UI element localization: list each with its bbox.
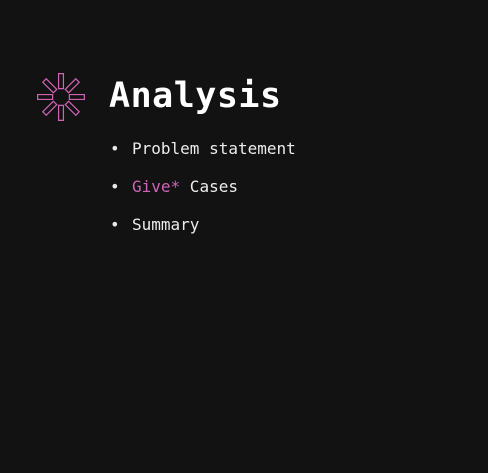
bullet-text: Cases bbox=[180, 176, 238, 196]
bullet-highlight-text: Give* bbox=[132, 176, 181, 196]
bullet-marker: • bbox=[110, 138, 120, 158]
bullet-text: Problem statement bbox=[132, 138, 296, 158]
slide-title: Analysis bbox=[109, 76, 282, 116]
bullet-item-summary: • Summary bbox=[110, 212, 296, 236]
bullet-item-problem-statement: • Problem statement bbox=[110, 136, 296, 160]
bullet-marker: • bbox=[110, 214, 120, 234]
slide: Analysis • Problem statement • Give* Cas… bbox=[0, 0, 488, 473]
bullet-item-give-cases: • Give* Cases bbox=[110, 174, 296, 198]
bullet-text: Summary bbox=[132, 214, 200, 234]
bullet-list: • Problem statement • Give* Cases • Summ… bbox=[110, 136, 296, 250]
bullet-marker: • bbox=[110, 176, 120, 196]
asterisk-outline-icon bbox=[37, 73, 85, 121]
